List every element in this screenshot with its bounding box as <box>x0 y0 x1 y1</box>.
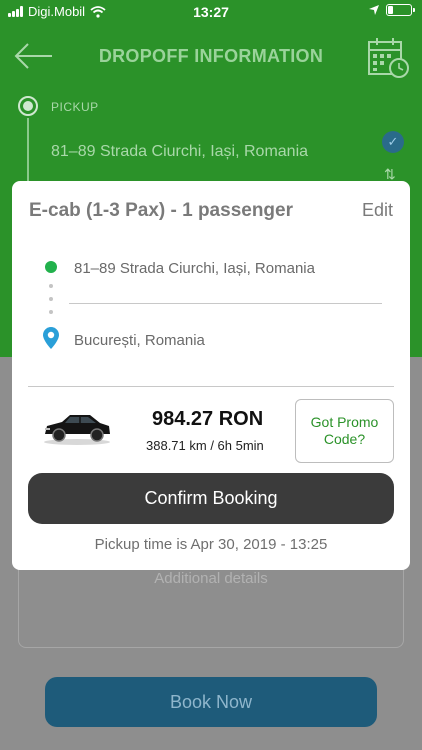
status-time: 13:27 <box>193 4 229 20</box>
pickup-marker-icon <box>18 96 38 116</box>
location-pin-icon <box>43 327 59 349</box>
check-icon[interactable]: ✓ <box>382 131 404 153</box>
page-title: DROPOFF INFORMATION <box>98 46 324 66</box>
origin-dot-icon <box>45 261 57 273</box>
pickup-label: PICKUP <box>51 100 99 114</box>
additional-details-placeholder: Additional details <box>154 570 268 587</box>
divider <box>28 386 394 387</box>
location-arrow-icon <box>369 5 379 15</box>
route-dots <box>49 284 53 323</box>
confirm-booking-button[interactable]: Confirm Booking <box>28 473 394 524</box>
route-connector <box>27 118 29 188</box>
divider <box>69 303 382 304</box>
battery-level <box>388 6 393 14</box>
status-bar: Digi.Mobil 13:27 <box>0 0 422 24</box>
calendar-clock-icon[interactable] <box>366 36 410 80</box>
destination-address: București, Romania <box>74 332 205 349</box>
pickup-time: Pickup time is Apr 30, 2019 - 13:25 <box>94 536 328 553</box>
booking-summary-card: E-cab (1-3 Pax) - 1 passenger Edit 81–89… <box>12 181 410 570</box>
promo-code-button[interactable]: Got Promo Code? <box>295 399 394 463</box>
battery-icon <box>386 4 415 16</box>
vehicle-title: E-cab (1-3 Pax) - 1 passenger <box>29 200 293 221</box>
price: 984.27 RON <box>152 408 264 430</box>
edit-button[interactable]: Edit <box>362 200 393 221</box>
car-icon <box>44 415 110 445</box>
book-now-button[interactable]: Book Now <box>45 677 377 727</box>
distance-duration: 388.71 km / 6h 5min <box>146 438 264 453</box>
origin-address: 81–89 Strada Ciurchi, Iași, Romania <box>74 260 315 277</box>
pickup-address-field[interactable]: 81–89 Strada Ciurchi, Iași, Romania <box>51 143 308 161</box>
